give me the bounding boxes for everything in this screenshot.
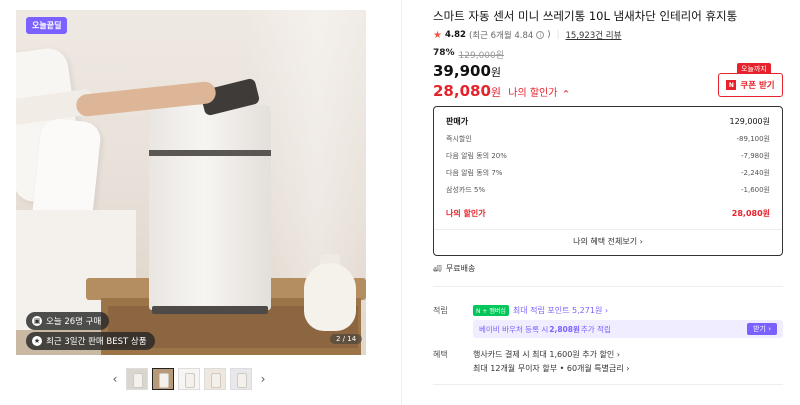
- photo-trash-bin-base: [152, 306, 268, 314]
- breakdown-row: 즉시할인 -89,100원: [446, 134, 770, 144]
- breakdown-divider: [434, 229, 782, 230]
- thumb-prev-arrow-icon[interactable]: ‹: [108, 372, 122, 386]
- breakdown-my-value: 28,080원: [731, 209, 770, 218]
- points-text: 최대 적립 포인트 5,271원 ›: [512, 306, 609, 315]
- product-info: 스마트 자동 센서 미니 쓰레기통 10L 냄새차단 인테리어 휴지통 ★ 4.…: [433, 0, 783, 405]
- promo-text-pre: 베이비 바우처 등록 시: [479, 324, 549, 334]
- main-product-image[interactable]: [16, 10, 366, 355]
- thumb-next-arrow-icon[interactable]: ›: [256, 372, 270, 386]
- discount-percent: 78%: [433, 48, 455, 58]
- my-price-label: 나의 할인가: [508, 88, 558, 99]
- section-divider: [433, 384, 783, 385]
- price-breakdown-box: 판매가 129,000원 즉시할인 -89,100원 다음 알림 동의 20% …: [433, 106, 783, 256]
- breakdown-row: 다음 알림 동의 20% -7,980원: [446, 151, 770, 161]
- view-all-benefits-link[interactable]: 나의 혜택 전체보기 ›: [434, 236, 782, 247]
- naver-membership-badge: N + 멤버십: [473, 305, 509, 316]
- photo-trash-bin: [149, 105, 271, 310]
- today-buyers-pill: ▣ 오늘 26명 구매: [26, 312, 110, 330]
- truck-icon: 🚚︎: [433, 264, 442, 273]
- coupon-button[interactable]: N 쿠폰 받기: [718, 73, 783, 97]
- my-discount-price[interactable]: 28,080원 나의 할인가 ^: [433, 82, 569, 100]
- thumbnail-1[interactable]: [126, 368, 148, 390]
- discount-row: 78% 129,000원: [433, 48, 504, 61]
- image-counter: 2 / 14: [330, 334, 363, 344]
- chevron-up-icon: ^: [562, 89, 570, 98]
- photo-vase: [304, 263, 356, 331]
- breakdown-value: 129,000원: [729, 117, 770, 126]
- rating-score: 4.82: [444, 30, 466, 40]
- original-price: 129,000원: [458, 51, 505, 61]
- promo-amount: 2,808원: [549, 324, 580, 334]
- sale-price-unit: 원: [490, 66, 502, 79]
- sale-price-number: 39,900: [433, 62, 491, 80]
- breakdown-row: 다음 알림 동의 7% -2,240원: [446, 168, 770, 178]
- breakdown-label: 다음 알림 동의 7%: [446, 169, 503, 177]
- thumbnail-5[interactable]: [230, 368, 252, 390]
- voucher-promo-banner[interactable]: 베이비 바우처 등록 시 2,808원 추가 적립 받기 ›: [473, 320, 783, 338]
- rating-row: ★ 4.82 (최근 6개월 4.84 i ) | 15,923건 리뷰: [433, 29, 622, 42]
- rating-recent-close: ): [547, 30, 551, 40]
- points-row[interactable]: N + 멤버십 최대 적립 포인트 5,271원 ›: [473, 305, 608, 316]
- cart-icon: ▣: [32, 316, 42, 326]
- trophy-icon: ★: [32, 336, 42, 346]
- thumbnail-3[interactable]: [178, 368, 200, 390]
- section-divider: [433, 286, 783, 287]
- shipping-row: 🚚︎ 무료배송: [433, 263, 475, 274]
- best-seller-pill: ★ 최근 3일간 판매 BEST 상품: [26, 332, 155, 350]
- my-price-unit: 원: [490, 86, 502, 99]
- breakdown-label: 판매가: [446, 117, 469, 126]
- shipping-text: 무료배송: [445, 264, 476, 273]
- thumbnail-4[interactable]: [204, 368, 226, 390]
- today-deal-badge: 오늘끝딜: [26, 17, 68, 34]
- thumbnail-2[interactable]: [152, 368, 174, 390]
- product-title: 스마트 자동 센서 미니 쓰레기통 10L 냄새차단 인테리어 휴지통: [433, 9, 738, 23]
- points-label: 적립: [433, 306, 448, 315]
- naver-n-icon: N: [726, 80, 737, 90]
- sale-price: 39,900원: [433, 62, 501, 80]
- promo-text-post: 추가 적립: [580, 324, 611, 334]
- info-icon[interactable]: i: [536, 31, 545, 39]
- my-price-number: 28,080: [433, 82, 491, 100]
- breakdown-label: 즉시할인: [446, 135, 472, 143]
- breakdown-value: -1,600원: [740, 186, 770, 194]
- column-divider: [401, 0, 402, 405]
- benefits-label: 혜택: [433, 350, 448, 359]
- rating-recent: (최근 6개월 4.84: [468, 31, 534, 41]
- thumbnail-strip: ‹ ›: [108, 368, 270, 390]
- breakdown-value: -7,980원: [740, 152, 770, 160]
- today-buyers-text: 오늘 26명 구매: [46, 317, 102, 327]
- review-count-link[interactable]: 15,923건 리뷰: [566, 29, 622, 41]
- rating-separator: |: [556, 30, 560, 40]
- breakdown-label: 다음 알림 동의 20%: [446, 152, 507, 160]
- product-gallery: 오늘끝딜 ▣ 오늘 26명 구매 ★ 최근 3일간 판매 BEST 상품 2 /…: [0, 0, 402, 405]
- card-discount-link[interactable]: 행사카드 결제 시 최대 1,600원 추가 할인 ›: [473, 349, 620, 360]
- breakdown-row: 판매가 129,000원: [446, 116, 770, 127]
- breakdown-value: -89,100원: [736, 135, 770, 143]
- breakdown-value: -2,240원: [740, 169, 770, 177]
- photo-trash-bin-band: [149, 150, 271, 156]
- best-seller-text: 최근 3일간 판매 BEST 상품: [46, 337, 147, 347]
- breakdown-row: 삼성카드 5% -1,600원: [446, 185, 770, 195]
- coupon-button-label: 쿠폰 받기: [740, 81, 775, 91]
- breakdown-my-label: 나의 할인가: [446, 209, 486, 218]
- star-icon: ★: [433, 29, 442, 41]
- breakdown-my-price-row: 나의 할인가 28,080원: [446, 208, 770, 219]
- breakdown-label: 삼성카드 5%: [446, 186, 486, 194]
- installment-link[interactable]: 최대 12개월 무이자 할부 • 60개월 특별금리 ›: [473, 363, 629, 374]
- promo-get-button[interactable]: 받기 ›: [747, 323, 777, 335]
